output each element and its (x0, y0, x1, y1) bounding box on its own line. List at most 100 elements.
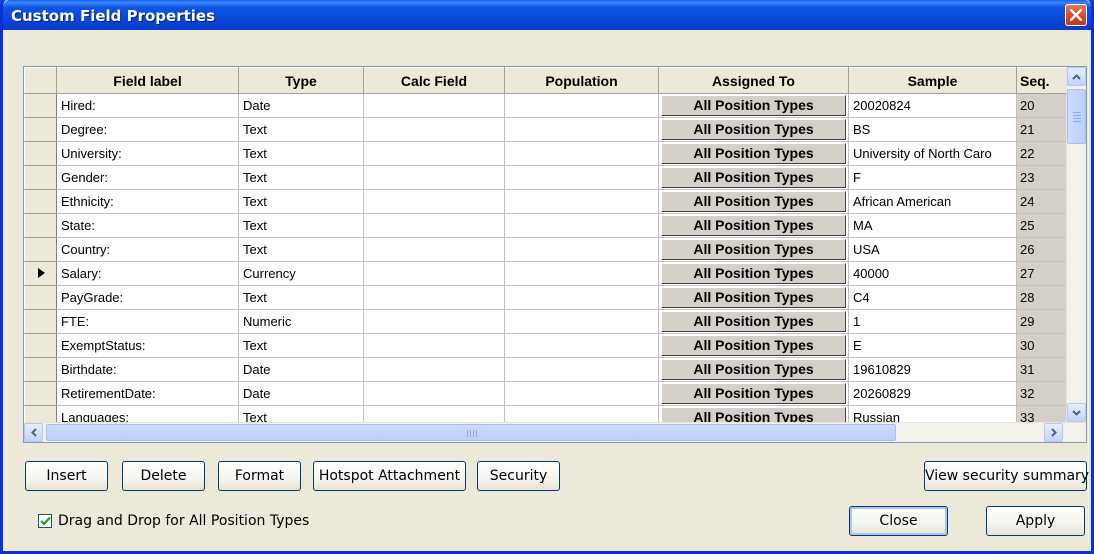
type-cell[interactable]: Text (238, 189, 364, 214)
population-cell[interactable] (504, 381, 659, 406)
type-cell[interactable]: Text (238, 141, 364, 166)
type-cell[interactable]: Text (238, 285, 364, 310)
sample-cell[interactable]: C4 (848, 285, 1017, 310)
type-cell[interactable]: Date (238, 93, 364, 118)
calc-field-cell[interactable] (363, 309, 505, 334)
table-row[interactable]: Hired: Date All Position Types 20020824 20 (24, 93, 1069, 118)
table-row[interactable]: RetirementDate: Date All Position Types 202… (24, 381, 1069, 406)
assigned-to-button[interactable]: All Position Types (661, 167, 846, 188)
population-cell[interactable] (504, 141, 659, 166)
drag-drop-checkbox-group[interactable]: Drag and Drop for All Position Types (38, 513, 309, 529)
type-cell[interactable]: Text (238, 213, 364, 238)
assigned-to-button[interactable]: All Position Types (661, 95, 846, 116)
sample-cell[interactable]: 40000 (848, 261, 1017, 286)
sample-cell[interactable]: African American (848, 189, 1017, 214)
table-row[interactable]: Gender: Text All Position Types F 23 (24, 165, 1069, 190)
sample-cell[interactable]: USA (848, 237, 1017, 262)
close-window-button[interactable] (1065, 4, 1087, 26)
column-header-seq[interactable]: Seq. (1016, 67, 1069, 94)
table-row[interactable]: ExemptStatus: Text All Position Types E 30 (24, 333, 1069, 358)
assigned-to-cell[interactable]: All Position Types (658, 309, 849, 334)
assigned-to-button[interactable]: All Position Types (661, 239, 846, 260)
assigned-to-cell[interactable]: All Position Types (658, 381, 849, 406)
sample-cell[interactable]: University of North Caro (848, 141, 1017, 166)
scroll-right-button[interactable] (1044, 423, 1063, 442)
seq-cell[interactable]: 31 (1016, 357, 1069, 382)
row-selector[interactable] (24, 333, 57, 358)
table-row[interactable]: University: Text All Position Types Univers… (24, 141, 1069, 166)
row-selector[interactable] (24, 93, 57, 118)
column-header-field-label[interactable]: Field label (56, 67, 239, 94)
apply-button[interactable]: Apply (986, 506, 1085, 536)
assigned-to-cell[interactable]: All Position Types (658, 117, 849, 142)
title-bar[interactable]: Custom Field Properties (3, 0, 1091, 30)
assigned-to-cell[interactable]: All Position Types (658, 333, 849, 358)
assigned-to-button[interactable]: All Position Types (661, 359, 846, 380)
row-selector[interactable] (24, 381, 57, 406)
assigned-to-button[interactable]: All Position Types (661, 143, 846, 164)
table-row[interactable]: Degree: Text All Position Types BS 21 (24, 117, 1069, 142)
seq-cell[interactable]: 24 (1016, 189, 1069, 214)
row-selector[interactable] (24, 285, 57, 310)
table-row[interactable]: FTE: Numeric All Position Types 1 29 (24, 309, 1069, 334)
table-row[interactable]: Salary: Currency All Position Types 40000 27 (24, 261, 1069, 286)
seq-cell[interactable]: 27 (1016, 261, 1069, 286)
table-row[interactable]: Ethnicity: Text All Position Types African … (24, 189, 1069, 214)
assigned-to-cell[interactable]: All Position Types (658, 189, 849, 214)
seq-cell[interactable]: 21 (1016, 117, 1069, 142)
table-row[interactable]: State: Text All Position Types MA 25 (24, 213, 1069, 238)
field-label-cell[interactable]: Salary: (56, 261, 239, 286)
column-header-population[interactable]: Population (504, 67, 659, 94)
close-button[interactable]: Close (849, 506, 948, 536)
assigned-to-cell[interactable]: All Position Types (658, 237, 849, 262)
assigned-to-cell[interactable]: All Position Types (658, 261, 849, 286)
field-label-cell[interactable]: Gender: (56, 165, 239, 190)
row-selector[interactable] (24, 117, 57, 142)
seq-cell[interactable]: 32 (1016, 381, 1069, 406)
calc-field-cell[interactable] (363, 333, 505, 358)
field-label-cell[interactable]: Birthdate: (56, 357, 239, 382)
field-label-cell[interactable]: State: (56, 213, 239, 238)
population-cell[interactable] (504, 93, 659, 118)
row-selector[interactable] (24, 189, 57, 214)
assigned-to-cell[interactable]: All Position Types (658, 165, 849, 190)
column-header-assigned-to[interactable]: Assigned To (658, 67, 849, 94)
population-cell[interactable] (504, 309, 659, 334)
calc-field-cell[interactable] (363, 381, 505, 406)
calc-field-cell[interactable] (363, 189, 505, 214)
assigned-to-button[interactable]: All Position Types (661, 287, 846, 308)
column-header-sample[interactable]: Sample (848, 67, 1017, 94)
type-cell[interactable]: Text (238, 237, 364, 262)
horizontal-scrollbar[interactable] (24, 422, 1086, 442)
type-cell[interactable]: Text (238, 117, 364, 142)
seq-cell[interactable]: 20 (1016, 93, 1069, 118)
table-row[interactable]: Birthdate: Date All Position Types 19610829… (24, 357, 1069, 382)
population-cell[interactable] (504, 213, 659, 238)
field-label-cell[interactable]: Ethnicity: (56, 189, 239, 214)
table-row[interactable]: Country: Text All Position Types USA 26 (24, 237, 1069, 262)
calc-field-cell[interactable] (363, 237, 505, 262)
population-cell[interactable] (504, 261, 659, 286)
field-label-cell[interactable]: PayGrade: (56, 285, 239, 310)
assigned-to-button[interactable]: All Position Types (661, 119, 846, 140)
delete-button[interactable]: Delete (122, 461, 205, 491)
custom-fields-grid[interactable]: Field label Type Calc Field Population A… (23, 66, 1087, 443)
view-security-summary-button[interactable]: View security summary (924, 461, 1089, 491)
sample-cell[interactable]: 20260829 (848, 381, 1017, 406)
row-selector[interactable] (24, 213, 57, 238)
seq-cell[interactable]: 25 (1016, 213, 1069, 238)
calc-field-cell[interactable] (363, 261, 505, 286)
field-label-cell[interactable]: ExemptStatus: (56, 333, 239, 358)
sample-cell[interactable]: 20020824 (848, 93, 1017, 118)
calc-field-cell[interactable] (363, 285, 505, 310)
sample-cell[interactable]: F (848, 165, 1017, 190)
seq-cell[interactable]: 30 (1016, 333, 1069, 358)
calc-field-cell[interactable] (363, 213, 505, 238)
population-cell[interactable] (504, 237, 659, 262)
seq-cell[interactable]: 26 (1016, 237, 1069, 262)
seq-cell[interactable]: 22 (1016, 141, 1069, 166)
hotspot-attachment-button[interactable]: Hotspot Attachment (313, 461, 466, 491)
seq-cell[interactable]: 23 (1016, 165, 1069, 190)
assigned-to-button[interactable]: All Position Types (661, 311, 846, 332)
row-selector[interactable] (24, 261, 57, 286)
